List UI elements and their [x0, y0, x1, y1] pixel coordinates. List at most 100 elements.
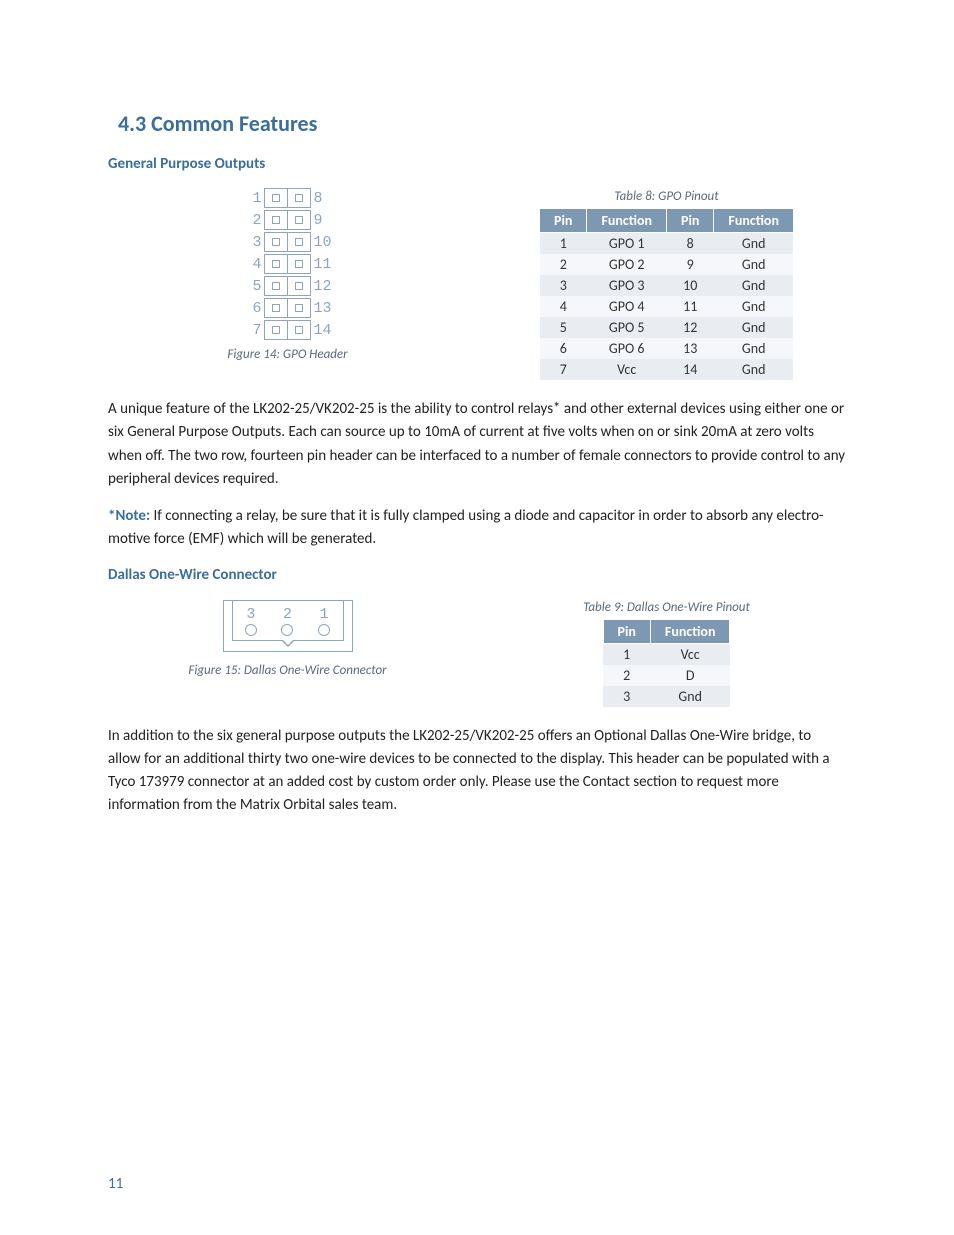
- table-cell: 9: [667, 254, 714, 275]
- gpo-pad: [287, 232, 311, 252]
- gpo-pin-label: 12: [311, 278, 332, 295]
- gpo-pin-label: 11: [311, 256, 332, 273]
- gpo-pin-label: 10: [311, 234, 332, 251]
- gpo-pad: [287, 188, 311, 208]
- table-cell: Gnd: [650, 686, 730, 707]
- dallas-heading: Dallas One-Wire Connector: [108, 566, 846, 584]
- gpo-note: *Note: If connecting a relay, be sure th…: [108, 505, 846, 552]
- dallas-pin: 2: [281, 608, 293, 636]
- gpo-pad: [264, 232, 288, 252]
- gpo-diagram-row: 6 13: [244, 297, 332, 319]
- table-cell: Vcc: [587, 359, 667, 380]
- table-row: 2D: [603, 665, 730, 686]
- gpo-pad: [287, 320, 311, 340]
- gpo-figure-col: 1829310411512613714 Figure 14: GPO Heade…: [108, 183, 467, 362]
- gpo-pad: [264, 276, 288, 296]
- table-row: 3Gnd: [603, 686, 730, 707]
- table-cell: Gnd: [714, 254, 794, 275]
- table-cell: GPO 6: [587, 338, 667, 359]
- table-header: Pin: [603, 619, 650, 643]
- table-row: 7Vcc14Gnd: [540, 359, 794, 380]
- table-cell: Gnd: [714, 338, 794, 359]
- gpo-figure-caption: Figure 14: GPO Header: [108, 347, 467, 362]
- table-cell: 8: [667, 233, 714, 255]
- dallas-table-caption: Table 9: Dallas One-Wire Pinout: [487, 600, 846, 615]
- table-cell: 1: [540, 233, 587, 255]
- table-header: Function: [587, 209, 667, 233]
- dallas-table-col: Table 9: Dallas One-Wire Pinout PinFunct…: [487, 594, 846, 707]
- table-cell: 2: [540, 254, 587, 275]
- table-cell: D: [650, 665, 730, 686]
- table-cell: Gnd: [714, 296, 794, 317]
- table-header: Pin: [540, 209, 587, 233]
- page: 4.3 Common Features General Purpose Outp…: [0, 0, 954, 1235]
- gpo-pad: [264, 254, 288, 274]
- table-cell: Vcc: [650, 643, 730, 665]
- table-cell: GPO 2: [587, 254, 667, 275]
- gpo-pin-label: 5: [244, 278, 265, 295]
- gpo-diagram-row: 18: [244, 187, 332, 209]
- gpo-pad: [287, 298, 311, 318]
- table-row: 6GPO 613Gnd: [540, 338, 794, 359]
- dallas-pinout-table: PinFunction1Vcc2D3Gnd: [603, 619, 731, 707]
- table-header: Function: [714, 209, 794, 233]
- dallas-paragraph: In addition to the six general purpose o…: [108, 725, 846, 818]
- table-cell: 12: [667, 317, 714, 338]
- dallas-figure-caption: Figure 15: Dallas One-Wire Connector: [108, 663, 467, 678]
- gpo-pin-label: 9: [311, 212, 332, 229]
- gpo-pinout-table: PinFunctionPinFunction1GPO 18Gnd2GPO 29G…: [539, 208, 794, 380]
- table-cell: GPO 1: [587, 233, 667, 255]
- table-cell: 7: [540, 359, 587, 380]
- table-row: 4GPO 411Gnd: [540, 296, 794, 317]
- table-cell: 4: [540, 296, 587, 317]
- table-cell: 14: [667, 359, 714, 380]
- gpo-pin-label: 13: [311, 300, 332, 317]
- table-header: Pin: [667, 209, 714, 233]
- table-cell: Gnd: [714, 317, 794, 338]
- gpo-header-diagram: 1829310411512613714: [244, 187, 332, 341]
- table-cell: GPO 4: [587, 296, 667, 317]
- gpo-diagram-row: 5 12: [244, 275, 332, 297]
- gpo-pin-label: 8: [311, 190, 332, 207]
- note-label: *Note:: [108, 507, 150, 525]
- table-row: 2GPO 29Gnd: [540, 254, 794, 275]
- table-cell: 13: [667, 338, 714, 359]
- gpo-diagram-row: 3 10: [244, 231, 332, 253]
- gpo-pin-label: 1: [244, 190, 265, 207]
- gpo-pad: [287, 276, 311, 296]
- gpo-diagram-row: 714: [244, 319, 332, 341]
- table-cell: 3: [603, 686, 650, 707]
- page-number: 11: [108, 1175, 123, 1193]
- table-cell: Gnd: [714, 359, 794, 380]
- table-cell: 2: [603, 665, 650, 686]
- gpo-pad: [264, 210, 288, 230]
- gpo-pin-label: 6: [244, 300, 265, 317]
- gpo-heading: General Purpose Outputs: [108, 155, 846, 173]
- dallas-figure-col: 321 Figure 15: Dallas One-Wire Connector: [108, 594, 467, 678]
- note-text: If connecting a relay, be sure that it i…: [108, 507, 824, 548]
- gpo-pad: [264, 188, 288, 208]
- gpo-pin-label: 7: [244, 322, 265, 339]
- dallas-pin: 3: [245, 608, 257, 636]
- table-cell: GPO 5: [587, 317, 667, 338]
- table-row: 3GPO 310Gnd: [540, 275, 794, 296]
- gpo-diagram-row: 29: [244, 209, 332, 231]
- gpo-pad: [264, 298, 288, 318]
- table-cell: 3: [540, 275, 587, 296]
- table-cell: 11: [667, 296, 714, 317]
- table-row: 5GPO 512Gnd: [540, 317, 794, 338]
- gpo-paragraph: A unique feature of the LK202-25/VK202-2…: [108, 398, 846, 491]
- gpo-row: 1829310411512613714 Figure 14: GPO Heade…: [108, 183, 846, 380]
- gpo-pad: [287, 210, 311, 230]
- dallas-connector-diagram: 321: [223, 600, 353, 652]
- table-cell: GPO 3: [587, 275, 667, 296]
- table-row: 1GPO 18Gnd: [540, 233, 794, 255]
- gpo-pin-label: 4: [244, 256, 265, 273]
- gpo-pin-label: 3: [244, 234, 265, 251]
- table-row: 1Vcc: [603, 643, 730, 665]
- table-cell: Gnd: [714, 233, 794, 255]
- table-header: Function: [650, 619, 730, 643]
- gpo-pad: [287, 254, 311, 274]
- dallas-row: 321 Figure 15: Dallas One-Wire Connector…: [108, 594, 846, 707]
- table-cell: 5: [540, 317, 587, 338]
